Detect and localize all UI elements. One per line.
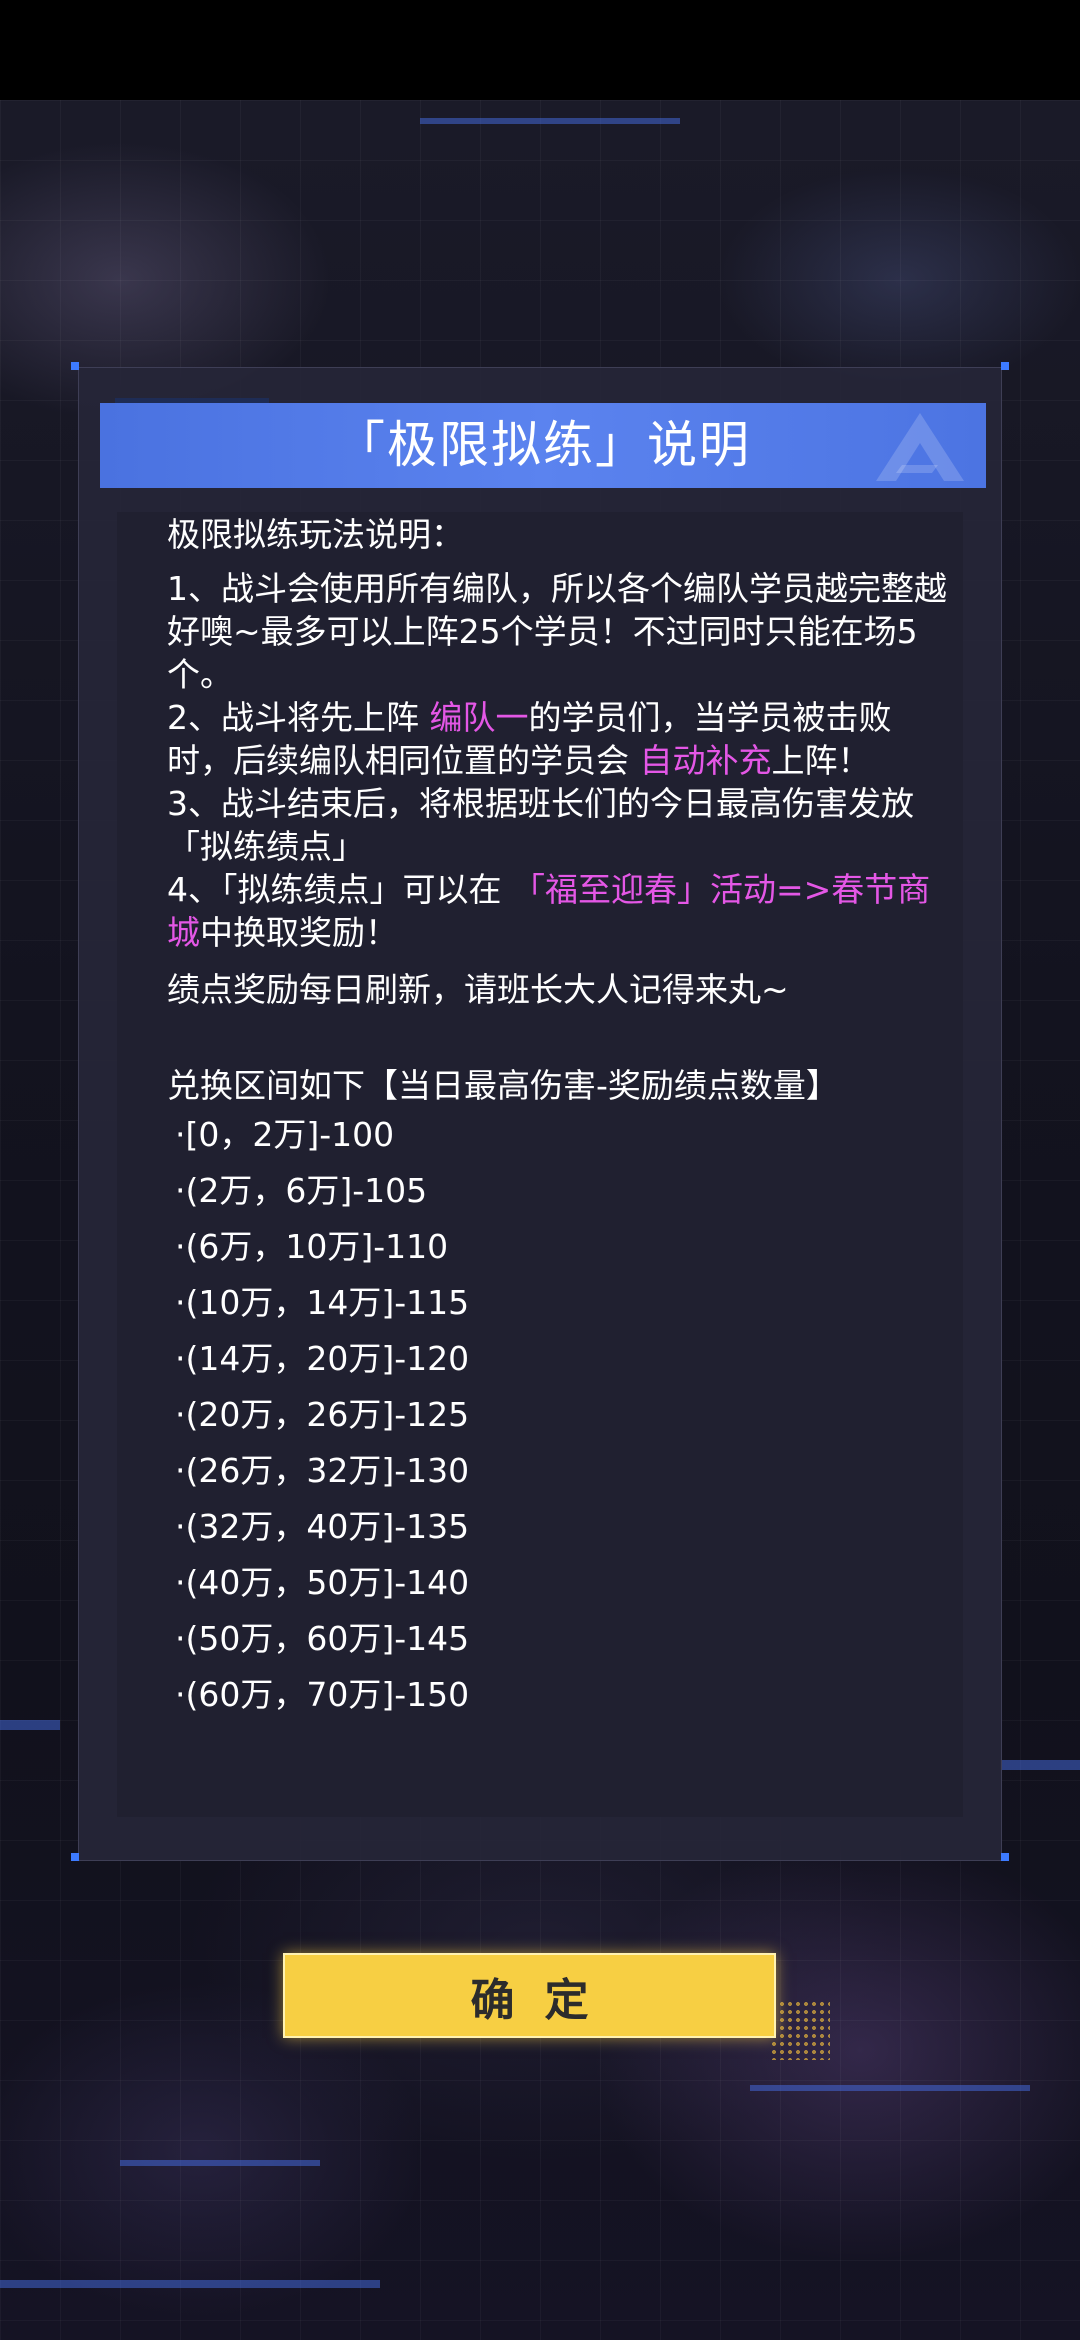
corner-marker: [71, 1853, 79, 1861]
rule-3: 3、战斗结束后，将根据班长们的今日最高伤害发放「拟练绩点」: [167, 784, 914, 866]
background-streak: [120, 2160, 320, 2166]
range-item: ·(2万，6万]-105: [175, 1171, 428, 1210]
exchange-header: 兑换区间如下【当日最高伤害-奖励绩点数量】: [167, 1066, 839, 1105]
range-item: ·(10万，14万]-115: [175, 1283, 470, 1322]
background-streak: [1000, 1760, 1080, 1770]
rule-1: 1、战斗会使用所有编队，所以各个编队学员越完整越好噢~最多可以上阵25个学员！不…: [167, 569, 947, 694]
highlight-auto-fill: 自动补充: [639, 741, 772, 780]
range-item: ·(50万，60万]-145: [175, 1619, 470, 1658]
range-item: ·(32万，40万]-135: [175, 1507, 470, 1546]
corner-marker: [1001, 362, 1009, 370]
button-decoration: [770, 2000, 830, 2060]
rules-content: 极限拟练玩法说明： 1、战斗会使用所有编队，所以各个编队学员越完整越好噢~最多可…: [167, 512, 947, 1723]
confirm-button[interactable]: 确定: [283, 1953, 776, 2038]
rule-4: 4、「拟练绩点」可以在 「福至迎春」活动=>春节商城中换取奖励！: [167, 870, 931, 952]
range-item: ·(60万，70万]-150: [175, 1675, 470, 1714]
range-item: ·[0，2万]-100: [175, 1115, 395, 1154]
range-item: ·(20万，26万]-125: [175, 1395, 470, 1434]
range-item: ·(26万，32万]-130: [175, 1451, 470, 1490]
dialog-title: 「极限拟练」说明: [335, 416, 751, 474]
background-streak: [0, 1720, 60, 1730]
rules-scroll-area[interactable]: 极限拟练玩法说明： 1、战斗会使用所有编队，所以各个编队学员越完整越好噢~最多可…: [117, 512, 963, 1817]
status-bar: [0, 0, 1080, 100]
corner-marker: [1001, 1853, 1009, 1861]
range-item: ·(14万，20万]-120: [175, 1339, 470, 1378]
range-item: ·(40万，50万]-140: [175, 1563, 470, 1602]
range-item: ·(6万，10万]-110: [175, 1227, 449, 1266]
corner-marker: [71, 362, 79, 370]
refresh-note: 绩点奖励每日刷新，请班长大人记得来丸~: [167, 970, 789, 1009]
background-streak: [750, 2085, 1030, 2091]
background-streak: [420, 118, 680, 124]
dialog-title-bar: 「极限拟练」说明: [100, 403, 986, 488]
rule-2: 2、战斗将先上阵 编队一的学员们，当学员被击败时，后续编队相同位置的学员会 自动…: [167, 698, 892, 780]
intro-text: 极限拟练玩法说明：: [167, 515, 464, 554]
background-streak: [0, 2280, 380, 2288]
highlight-team-one: 编队一: [429, 698, 529, 737]
confirm-button-label: 确定: [470, 1974, 619, 2026]
